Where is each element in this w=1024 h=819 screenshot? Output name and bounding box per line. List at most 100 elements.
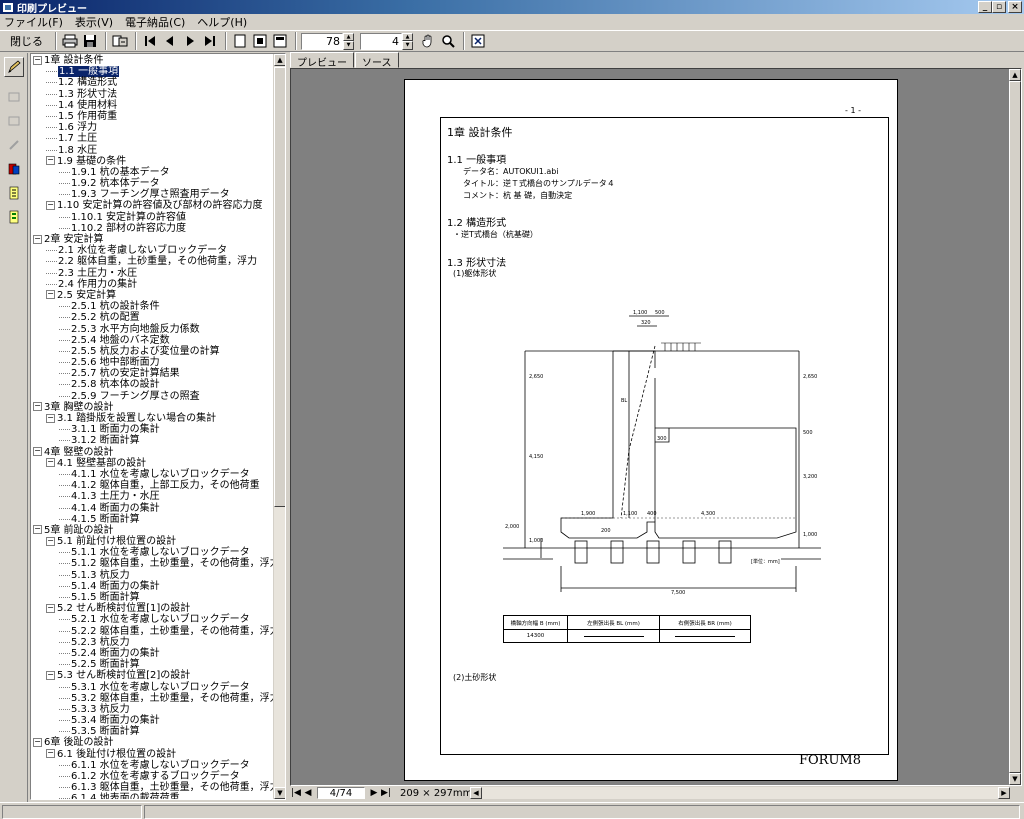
tree-toggle-icon[interactable]: − — [33, 447, 42, 457]
tree-item[interactable]: 5.3.1 水位を考慮しないブロックデータ — [31, 682, 274, 693]
tree-item[interactable]: 6.1.1 水位を考慮しないブロックデータ — [31, 760, 274, 771]
pager-next-icon[interactable]: ▶ — [368, 788, 380, 798]
tree-toggle-icon[interactable]: − — [33, 525, 42, 535]
tree-item[interactable]: 4.1.4 断面力の集計 — [31, 503, 274, 514]
pager-last-icon[interactable]: ▶| — [380, 788, 392, 798]
hscroll-right-arrow-icon[interactable]: ▶ — [998, 787, 1010, 799]
tree-vscrollbar[interactable]: ▲ ▼ — [273, 54, 285, 799]
tree-item[interactable]: 2.2 躯体自重，土砂重量，その他荷重，浮力 — [31, 256, 274, 267]
tree-item[interactable]: 2.1 水位を考慮しないブロックデータ — [31, 245, 274, 256]
save-icon[interactable] — [81, 32, 99, 50]
tree-toggle-icon[interactable]: − — [46, 670, 55, 680]
print-icon[interactable] — [61, 32, 79, 50]
minimize-button[interactable]: _ — [978, 1, 992, 13]
tree-item[interactable]: −5.2 せん断検討位置[1]の設計 — [31, 603, 274, 614]
list-icon[interactable] — [4, 207, 24, 227]
tree-item[interactable]: 5.1.5 断面計算 — [31, 592, 274, 603]
prev-page-icon[interactable] — [161, 32, 179, 50]
tree-item[interactable]: 2.5.1 杭の設計条件 — [31, 301, 274, 312]
tree-item[interactable]: −3.1 踏掛版を設置しない場合の集計 — [31, 413, 274, 424]
tree-item[interactable]: 1.5 作用荷重 — [31, 111, 274, 122]
tree-item[interactable]: −5.3 せん断検討位置[2]の設計 — [31, 670, 274, 681]
tree-toggle-icon[interactable]: − — [33, 402, 42, 412]
preview-hscrollbar[interactable]: ◀ ▶ — [470, 787, 1010, 799]
tab-preview[interactable]: プレビュー — [290, 52, 354, 69]
tree-item[interactable]: 2.3 土圧力・水圧 — [31, 268, 274, 279]
preview-vscrollbar[interactable]: ▲ ▼ — [1009, 69, 1021, 785]
tree-item[interactable]: 5.1.3 杭反力 — [31, 570, 274, 581]
page-setup-icon[interactable] — [111, 32, 129, 50]
tree-item[interactable]: 1.8 水圧 — [31, 145, 274, 156]
tree-item[interactable]: 2.5.9 フーチング厚さの照査 — [31, 391, 274, 402]
tree-item[interactable]: −4章 竪壁の設計 — [31, 447, 274, 458]
tree-item[interactable]: 1.10.1 安定計算の許容値 — [31, 212, 274, 223]
scroll-down-arrow-icon[interactable]: ▼ — [274, 787, 285, 799]
tree-item[interactable]: −1章 設計条件 — [31, 55, 274, 66]
tree-toggle-icon[interactable]: − — [46, 458, 55, 468]
tree-item[interactable]: 6.1.4 地表面の載荷荷重 — [31, 793, 274, 799]
scroll-up-arrow-icon[interactable]: ▲ — [274, 54, 285, 66]
tree-toggle-icon[interactable]: − — [46, 200, 55, 210]
tree-item[interactable]: 2.5.8 杭本体の設計 — [31, 379, 274, 390]
preview-scroll-down-arrow-icon[interactable]: ▼ — [1009, 773, 1021, 785]
preview-scroll-up-arrow-icon[interactable]: ▲ — [1009, 69, 1021, 81]
tree-item[interactable]: 5.2.1 水位を考慮しないブロックデータ — [31, 614, 274, 625]
menu-help[interactable]: ヘルプ(H) — [197, 14, 253, 30]
tree-item[interactable]: 5.1.4 断面力の集計 — [31, 581, 274, 592]
document-tree-icon[interactable] — [4, 183, 24, 203]
disabled-tool-3-icon[interactable] — [4, 135, 24, 155]
tree-item[interactable]: 2.5.5 杭反力および変位量の計算 — [31, 346, 274, 357]
page-input[interactable] — [360, 32, 402, 50]
disabled-tool-2-icon[interactable] — [4, 111, 24, 131]
tree-item[interactable]: −5.1 前趾付け根位置の設計 — [31, 536, 274, 547]
tree-item[interactable]: 5.2.4 断面力の集計 — [31, 648, 274, 659]
close-window-button[interactable]: × — [1008, 1, 1022, 13]
tree-item[interactable]: 1.6 浮力 — [31, 122, 274, 133]
tree-item[interactable]: 5.2.5 断面計算 — [31, 659, 274, 670]
tree-item[interactable]: 2.5.7 杭の安定計算結果 — [31, 368, 274, 379]
close-preview-button[interactable]: 閉じる — [4, 32, 49, 50]
tree-item[interactable]: 2.5.2 杭の配置 — [31, 312, 274, 323]
export-icon[interactable] — [469, 32, 487, 50]
tree-item[interactable]: 2.4 作用力の集計 — [31, 279, 274, 290]
magnifier-icon[interactable] — [439, 32, 457, 50]
tree-toggle-icon[interactable]: − — [46, 536, 55, 546]
pager-page-field[interactable]: 4/74 — [317, 787, 365, 799]
tree-item[interactable]: 1.4 使用材料 — [31, 100, 274, 111]
single-page-icon[interactable] — [231, 32, 249, 50]
tree-item[interactable]: 1.1 一般事項 — [31, 66, 274, 78]
zoom-up-arrow-icon[interactable]: ▲ — [343, 32, 354, 41]
page-spinner[interactable]: ▲▼ — [360, 32, 413, 50]
tree-toggle-icon[interactable]: − — [46, 156, 55, 166]
zoom-input[interactable] — [301, 32, 343, 50]
pencil-icon[interactable] — [4, 57, 24, 77]
tree-item[interactable]: −4.1 竪壁基部の設計 — [31, 458, 274, 469]
tree-item[interactable]: 5.2.3 杭反力 — [31, 637, 274, 648]
tree-item[interactable]: −6.1 後趾付け根位置の設計 — [31, 749, 274, 760]
tree-item[interactable]: 1.2 構造形式 — [31, 77, 274, 88]
next-page-icon[interactable] — [181, 32, 199, 50]
pager-first-icon[interactable]: |◀ — [290, 788, 302, 798]
tree-item[interactable]: 6.1.3 躯体自重，土砂重量，その他荷重，浮力 — [31, 782, 274, 793]
fit-width-icon[interactable] — [271, 32, 289, 50]
tree-item[interactable]: 3.1.1 断面力の集計 — [31, 424, 274, 435]
pager-prev-icon[interactable]: ◀ — [302, 788, 314, 798]
tree-toggle-icon[interactable]: − — [46, 749, 55, 759]
tree-item[interactable]: 2.5.6 地中部断面力 — [31, 357, 274, 368]
tree-item[interactable]: 1.9.3 フーチング厚さ照査用データ — [31, 189, 274, 200]
tree-item[interactable]: 4.1.1 水位を考慮しないブロックデータ — [31, 469, 274, 480]
tree-item[interactable]: −5章 前趾の設計 — [31, 525, 274, 536]
tree-toggle-icon[interactable]: − — [33, 737, 42, 747]
tree-item[interactable]: 5.3.4 断面力の集計 — [31, 715, 274, 726]
last-page-icon[interactable] — [201, 32, 219, 50]
tab-source[interactable]: ソース — [355, 52, 399, 69]
tree-toggle-icon[interactable]: − — [46, 603, 55, 613]
disabled-tool-1-icon[interactable] — [4, 87, 24, 107]
tree-item[interactable]: 1.3 形状寸法 — [31, 89, 274, 100]
tree-item[interactable]: −1.10 安定計算の許容値及び部材の許容応力度 — [31, 200, 274, 211]
menu-view[interactable]: 表示(V) — [75, 14, 119, 30]
menu-electronic-delivery[interactable]: 電子納品(C) — [125, 14, 191, 30]
first-page-icon[interactable] — [141, 32, 159, 50]
zoom-spinner[interactable]: ▲▼ — [301, 32, 354, 50]
page-down-arrow-icon[interactable]: ▼ — [402, 41, 413, 50]
